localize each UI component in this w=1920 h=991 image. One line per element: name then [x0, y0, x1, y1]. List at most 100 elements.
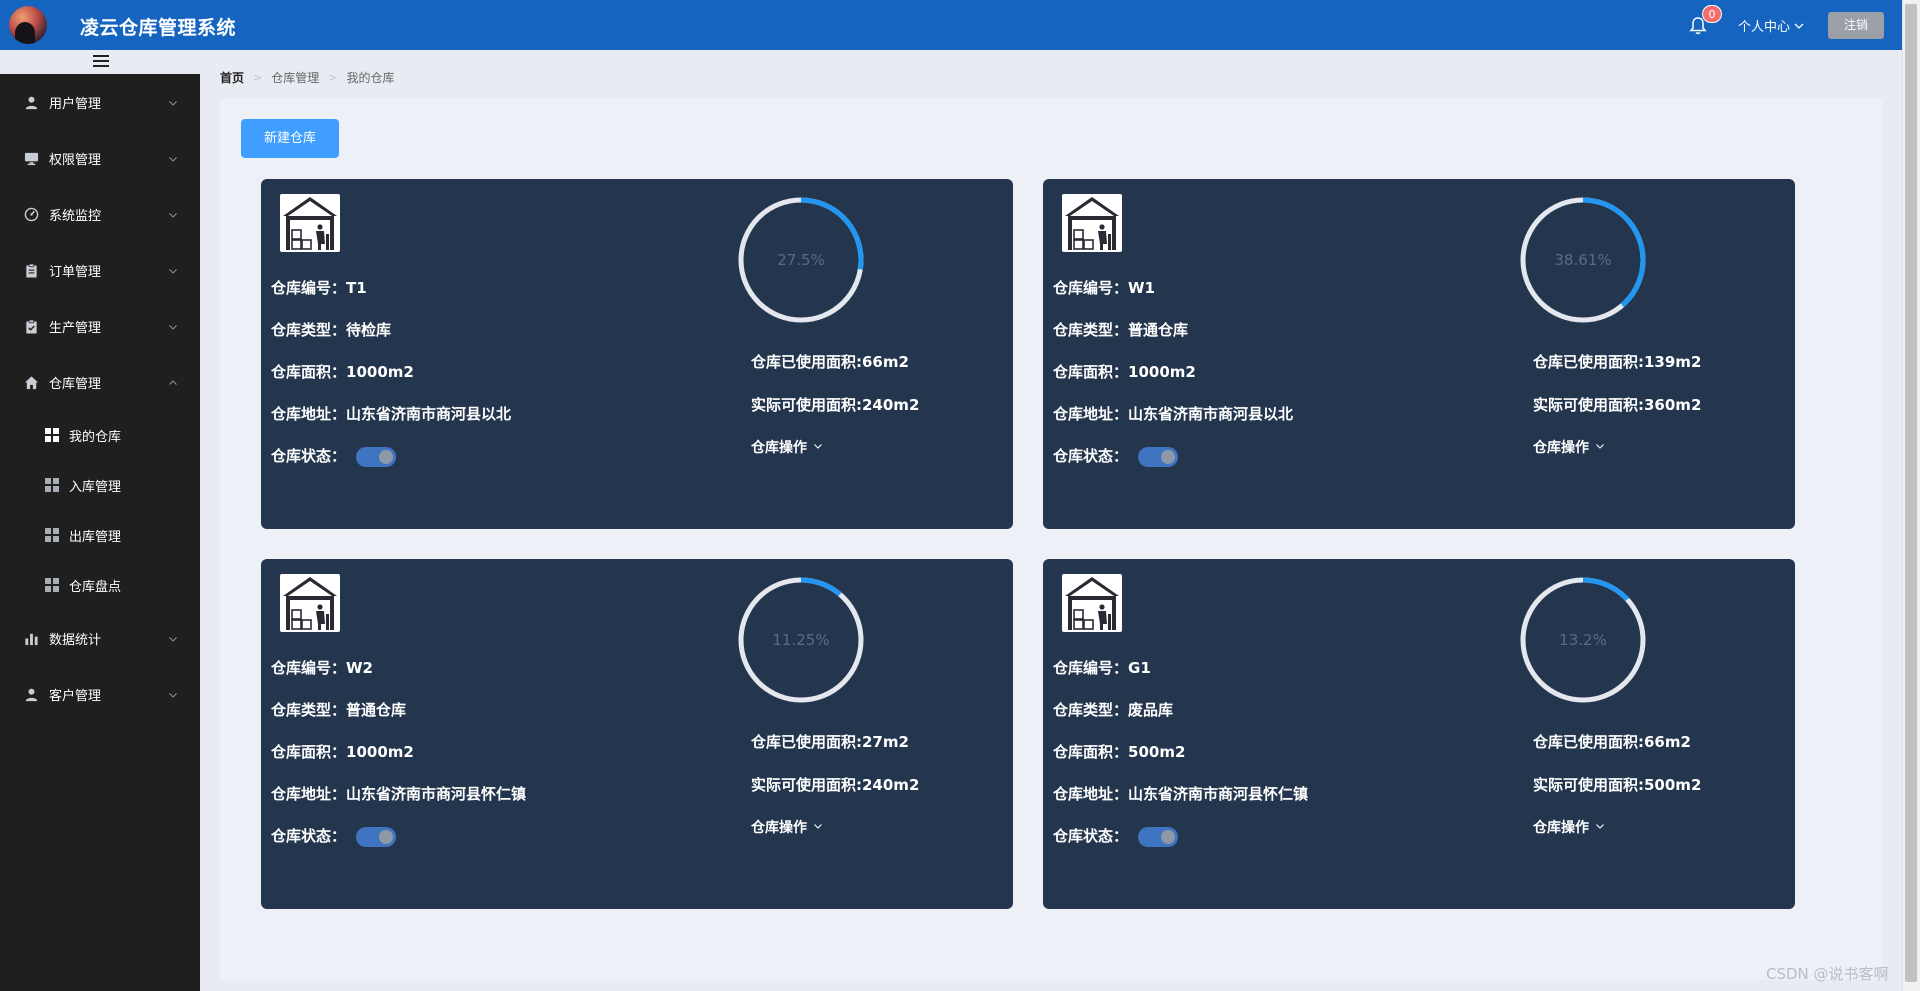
- app-title: 凌云仓库管理系统: [80, 17, 237, 39]
- breadcrumb-separator-icon: >: [328, 71, 338, 84]
- operations-label: 仓库操作: [751, 440, 807, 456]
- sidebar-subitem-1[interactable]: 我的仓库: [0, 415, 200, 455]
- warehouse-status-toggle[interactable]: [1138, 827, 1178, 847]
- chevron-down-icon: [168, 153, 178, 163]
- scrollbar-thumb[interactable]: [1905, 4, 1917, 982]
- sidebar-item-label: 权限管理: [49, 152, 102, 168]
- available-area: 实际可使用面积:500m2: [1533, 776, 1702, 794]
- sidebar-item-5[interactable]: 生产管理: [0, 306, 200, 346]
- sidebar-item-label: 数据统计: [49, 632, 102, 648]
- warehouse-status-label: 仓库状态：: [271, 827, 347, 845]
- breadcrumb: 首页 > 仓库管理 > 我的仓库: [220, 69, 394, 86]
- warehouse-icon: [1062, 574, 1122, 632]
- grid-icon: [45, 428, 59, 442]
- monitor-icon: [24, 151, 39, 166]
- usage-percent-text: 11.25%: [772, 631, 830, 649]
- sidebar-subitem-2[interactable]: 入库管理: [0, 465, 200, 505]
- home-icon: [24, 375, 39, 390]
- chevron-down-icon: [813, 819, 823, 835]
- used-area: 仓库已使用面积:27m2: [751, 733, 909, 751]
- warehouse-status-label: 仓库状态：: [1053, 827, 1129, 845]
- grid-icon: [45, 578, 59, 592]
- sidebar-subitem-3[interactable]: 出库管理: [0, 515, 200, 555]
- sidebar-item-6[interactable]: 仓库管理: [0, 362, 200, 402]
- sidebar-item-label: 用户管理: [49, 96, 102, 112]
- sidebar-item-label: 生产管理: [49, 320, 102, 336]
- warehouse-type: 仓库类型：普通仓库: [1053, 321, 1189, 339]
- breadcrumb-current: 我的仓库: [346, 71, 395, 85]
- available-area: 实际可使用面积:240m2: [751, 776, 920, 794]
- sidebar-subitem-label: 我的仓库: [69, 429, 122, 445]
- operations-label: 仓库操作: [1533, 440, 1589, 456]
- warehouse-operations-dropdown[interactable]: 仓库操作: [1533, 437, 1605, 457]
- sidebar-item-4[interactable]: 订单管理: [0, 250, 200, 290]
- new-warehouse-button[interactable]: 新建仓库: [241, 119, 339, 158]
- used-area: 仓库已使用面积:66m2: [751, 353, 909, 371]
- warehouse-operations-dropdown[interactable]: 仓库操作: [751, 437, 823, 457]
- warehouse-area: 仓库面积：500m2: [1053, 743, 1186, 761]
- chevron-down-icon: [813, 439, 823, 455]
- user-center-dropdown[interactable]: 个人中心: [1738, 16, 1804, 35]
- breadcrumb-separator-icon: >: [253, 71, 263, 84]
- logout-button[interactable]: 注销: [1828, 12, 1884, 39]
- chevron-down-icon: [168, 689, 178, 699]
- warehouse-card: 仓库编号：W1 仓库类型：普通仓库 仓库面积：1000m2 仓库地址：山东省济南市商河…: [1043, 179, 1795, 529]
- warehouse-type: 仓库类型：待检库: [271, 321, 392, 339]
- clipboard-check-icon: [24, 319, 39, 334]
- warehouse-card: 仓库编号：G1 仓库类型：废品库 仓库面积：500m2 仓库地址：山东省济南市商河县怀…: [1043, 559, 1795, 909]
- sidebar-item-8[interactable]: 客户管理: [0, 674, 200, 714]
- sidebar-subitem-label: 入库管理: [69, 479, 122, 495]
- available-area: 实际可使用面积:240m2: [751, 396, 920, 414]
- operations-label: 仓库操作: [751, 820, 807, 836]
- grid-icon: [45, 478, 59, 492]
- warehouse-address: 仓库地址：山东省济南市商河县怀仁镇: [271, 785, 527, 803]
- sidebar-subitem-label: 出库管理: [69, 529, 122, 545]
- warehouse-card: 仓库编号：W2 仓库类型：普通仓库 仓库面积：1000m2 仓库地址：山东省济南市商河…: [261, 559, 1013, 909]
- warehouse-status-toggle[interactable]: [1138, 447, 1178, 467]
- warehouse-status-toggle[interactable]: [356, 827, 396, 847]
- warehouse-address: 仓库地址：山东省济南市商河县以北: [1053, 405, 1294, 423]
- warehouse-code: 仓库编号：G1: [1053, 659, 1151, 677]
- usage-percent-text: 38.61%: [1554, 251, 1612, 269]
- chevron-down-icon: [168, 633, 178, 643]
- warehouse-code: 仓库编号：T1: [271, 279, 367, 297]
- grid-icon: [45, 528, 59, 542]
- breadcrumb-warehouse-mgmt[interactable]: 仓库管理: [271, 69, 319, 86]
- warehouse-area: 仓库面积：1000m2: [1053, 363, 1196, 381]
- chevron-down-icon: [168, 209, 178, 219]
- warehouse-icon: [1062, 194, 1122, 252]
- warehouse-area: 仓库面积：1000m2: [271, 363, 414, 381]
- chevron-up-icon: [168, 377, 178, 387]
- bar-chart-icon: [24, 631, 39, 646]
- warehouse-type: 仓库类型：废品库: [1053, 701, 1174, 719]
- sidebar-subitem-4[interactable]: 仓库盘点: [0, 565, 200, 605]
- chevron-down-icon: [168, 265, 178, 275]
- breadcrumb-home[interactable]: 首页: [220, 69, 244, 86]
- watermark: CSDN @说书客啊: [1766, 965, 1889, 983]
- sidebar-item-2[interactable]: 权限管理: [0, 138, 200, 178]
- clipboard-icon: [24, 263, 39, 278]
- sidebar-item-label: 订单管理: [49, 264, 102, 280]
- sidebar-item-3[interactable]: 系统监控: [0, 194, 200, 234]
- user-icon: [24, 687, 39, 702]
- warehouse-operations-dropdown[interactable]: 仓库操作: [1533, 817, 1605, 837]
- gauge-icon: [24, 207, 39, 222]
- menu-toggle-icon[interactable]: [93, 55, 109, 67]
- sidebar-subitem-label: 仓库盘点: [69, 579, 122, 595]
- warehouse-icon: [280, 194, 340, 252]
- user-center-label: 个人中心: [1738, 20, 1791, 35]
- operations-label: 仓库操作: [1533, 820, 1589, 836]
- usage-percent-text: 13.2%: [1559, 631, 1607, 649]
- warehouse-code: 仓库编号：W1: [1053, 279, 1155, 297]
- warehouse-address: 仓库地址：山东省济南市商河县以北: [271, 405, 512, 423]
- app-logo-avatar: [9, 6, 47, 44]
- sidebar-item-7[interactable]: 数据统计: [0, 618, 200, 658]
- warehouse-address: 仓库地址：山东省济南市商河县怀仁镇: [1053, 785, 1309, 803]
- notification-badge: 0: [1702, 5, 1722, 23]
- sidebar-item-1[interactable]: 用户管理: [0, 82, 200, 122]
- warehouse-status-toggle[interactable]: [356, 447, 396, 467]
- warehouse-operations-dropdown[interactable]: 仓库操作: [751, 817, 823, 837]
- warehouse-status-label: 仓库状态：: [271, 447, 347, 465]
- sidebar-item-label: 系统监控: [49, 208, 102, 224]
- warehouse-area: 仓库面积：1000m2: [271, 743, 414, 761]
